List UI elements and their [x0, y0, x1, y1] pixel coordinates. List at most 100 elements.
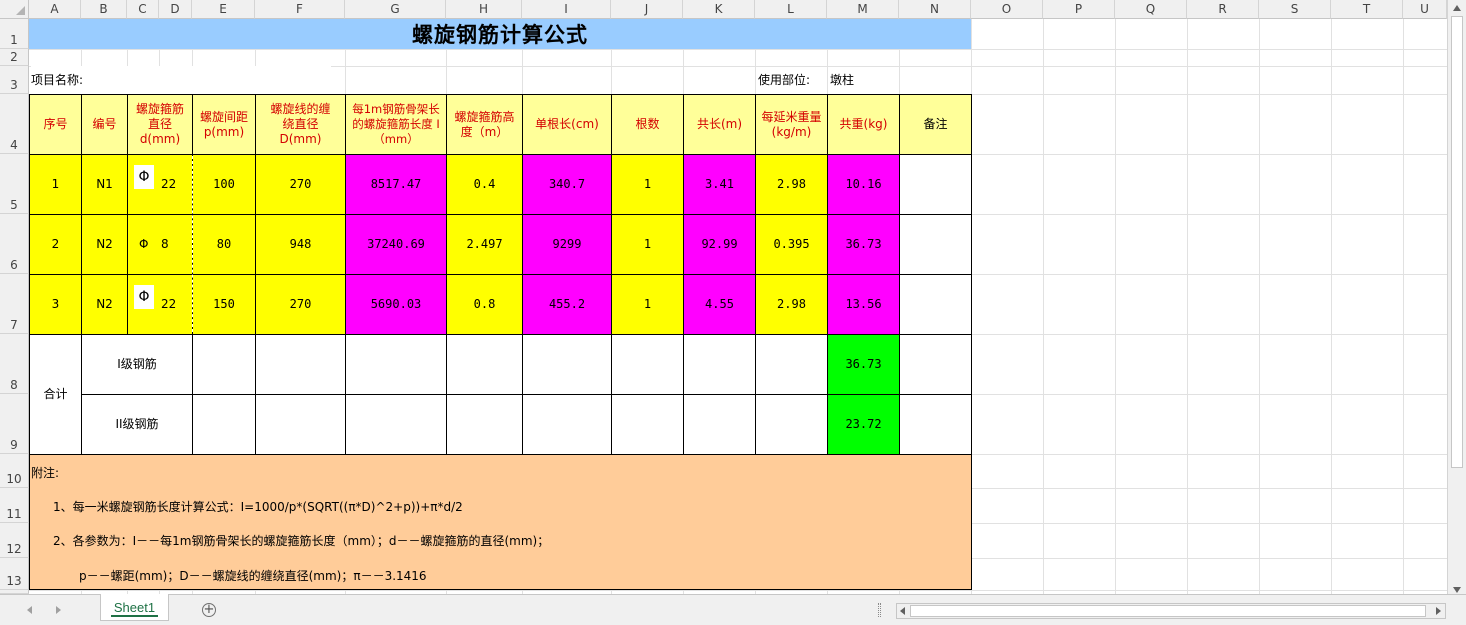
select-all-corner[interactable] [0, 0, 29, 19]
summary-label[interactable]: 合计 [29, 334, 82, 455]
column-header-t[interactable]: T [1331, 0, 1403, 19]
row-header-2[interactable]: 2 [0, 49, 29, 66]
column-header-h[interactable]: H [446, 0, 522, 19]
sheet-tab-sheet1[interactable]: Sheet1 [100, 594, 169, 621]
row2-remarks[interactable] [899, 214, 972, 275]
scroll-left-arrow-icon[interactable] [900, 607, 905, 615]
header-total-weight[interactable]: 共重(kg) [827, 94, 900, 155]
row-header-5[interactable]: 5 [0, 154, 29, 214]
summary-cell[interactable] [255, 394, 346, 455]
summary-cell[interactable] [899, 334, 972, 395]
summary-cell[interactable] [345, 394, 447, 455]
summary-cell[interactable] [522, 394, 612, 455]
header-spacing[interactable]: 螺旋间距 p(mm) [192, 94, 256, 155]
column-header-c[interactable]: C [127, 0, 159, 19]
row1-diameter[interactable]: Φ 22 [127, 154, 193, 215]
row1-remarks[interactable] [899, 154, 972, 215]
summary-cell[interactable] [345, 334, 447, 395]
column-header-o[interactable]: O [971, 0, 1043, 19]
grade2-total-weight[interactable]: 23.72 [827, 394, 900, 455]
row1-winding[interactable]: 270 [255, 154, 346, 215]
location-label[interactable]: 使用部位: [758, 66, 810, 94]
summary-cell[interactable] [255, 334, 346, 395]
row1-spacing[interactable]: 100 [192, 154, 256, 215]
row-header-8[interactable]: 8 [0, 334, 29, 394]
summary-cell[interactable] [522, 334, 612, 395]
row3-diameter[interactable]: Φ 22 [127, 274, 193, 335]
column-header-l[interactable]: L [755, 0, 827, 19]
row3-winding[interactable]: 270 [255, 274, 346, 335]
row3-height[interactable]: 0.8 [446, 274, 523, 335]
summary-cell[interactable] [683, 394, 756, 455]
grade2-label[interactable]: II级钢筋 [81, 394, 193, 455]
row1-per-meter[interactable]: 8517.47 [345, 154, 447, 215]
header-unit-weight[interactable]: 每延米重量(kg/m) [755, 94, 828, 155]
summary-cell[interactable] [446, 334, 523, 395]
column-header-s[interactable]: S [1259, 0, 1331, 19]
row3-total-length[interactable]: 4.55 [683, 274, 756, 335]
row2-code[interactable]: N2 [81, 214, 128, 275]
summary-cell[interactable] [899, 394, 972, 455]
summary-cell[interactable] [683, 334, 756, 395]
summary-cell[interactable] [611, 334, 684, 395]
row2-per-meter[interactable]: 37240.69 [345, 214, 447, 275]
vertical-scroll-thumb[interactable] [1451, 16, 1463, 468]
row3-remarks[interactable] [899, 274, 972, 335]
row-header-6[interactable]: 6 [0, 214, 29, 274]
row-header-11[interactable]: 11 [0, 488, 29, 523]
row2-unit-weight[interactable]: 0.395 [755, 214, 828, 275]
add-sheet-button[interactable]: + [202, 603, 216, 617]
horizontal-scrollbar[interactable] [896, 603, 1446, 619]
column-header-f[interactable]: F [255, 0, 345, 19]
summary-cell[interactable] [611, 394, 684, 455]
column-header-p[interactable]: P [1043, 0, 1115, 19]
header-per-meter-length[interactable]: 每1m钢筋骨架长的螺旋箍筋长度 I（mm） [345, 94, 447, 155]
header-count[interactable]: 根数 [611, 94, 684, 155]
header-height[interactable]: 螺旋箍筋高度（m） [446, 94, 523, 155]
row2-count[interactable]: 1 [611, 214, 684, 275]
column-header-e[interactable]: E [192, 0, 255, 19]
row2-spacing[interactable]: 80 [192, 214, 256, 275]
row-header-9[interactable]: 9 [0, 394, 29, 454]
column-header-j[interactable]: J [611, 0, 683, 19]
column-header-g[interactable]: G [345, 0, 446, 19]
row3-unit-weight[interactable]: 2.98 [755, 274, 828, 335]
row1-count[interactable]: 1 [611, 154, 684, 215]
summary-cell[interactable] [192, 334, 256, 395]
column-header-n[interactable]: N [899, 0, 971, 19]
column-header-a[interactable]: A [29, 0, 81, 19]
column-header-q[interactable]: Q [1115, 0, 1187, 19]
row3-seq[interactable]: 3 [29, 274, 82, 335]
grade1-label[interactable]: I级钢筋 [81, 334, 193, 395]
location-value[interactable]: 墩柱 [830, 66, 854, 94]
row1-code[interactable]: N1 [81, 154, 128, 215]
header-single-length[interactable]: 单根长(cm) [522, 94, 612, 155]
row2-total-weight[interactable]: 36.73 [827, 214, 900, 275]
row1-height[interactable]: 0.4 [446, 154, 523, 215]
row1-single-length[interactable]: 340.7 [522, 154, 612, 215]
column-header-k[interactable]: K [683, 0, 755, 19]
row-header-7[interactable]: 7 [0, 274, 29, 334]
sheet-title[interactable]: 螺旋钢筋计算公式 [29, 19, 971, 49]
tab-scroll-right-icon[interactable] [56, 606, 61, 614]
vertical-scrollbar[interactable] [1447, 0, 1466, 598]
row3-count[interactable]: 1 [611, 274, 684, 335]
header-code[interactable]: 编号 [81, 94, 128, 155]
row2-winding[interactable]: 948 [255, 214, 346, 275]
row1-total-weight[interactable]: 10.16 [827, 154, 900, 215]
summary-cell[interactable] [755, 394, 828, 455]
row-header-4[interactable]: 4 [0, 94, 29, 154]
row-header-10[interactable]: 10 [0, 454, 29, 488]
scroll-right-arrow-icon[interactable] [1436, 607, 1441, 615]
header-remarks[interactable]: 备注 [899, 94, 972, 155]
header-total-length[interactable]: 共长(m) [683, 94, 756, 155]
column-header-i[interactable]: I [522, 0, 611, 19]
tab-scroll-left-icon[interactable] [27, 606, 32, 614]
row2-height[interactable]: 2.497 [446, 214, 523, 275]
row2-diameter[interactable]: Φ 8 [127, 214, 193, 275]
column-header-b[interactable]: B [81, 0, 127, 19]
project-name-label[interactable]: 项目名称: [31, 66, 331, 94]
column-header-r[interactable]: R [1187, 0, 1259, 19]
header-diameter[interactable]: 螺旋箍筋直径 d(mm) [127, 94, 193, 155]
summary-cell[interactable] [446, 394, 523, 455]
